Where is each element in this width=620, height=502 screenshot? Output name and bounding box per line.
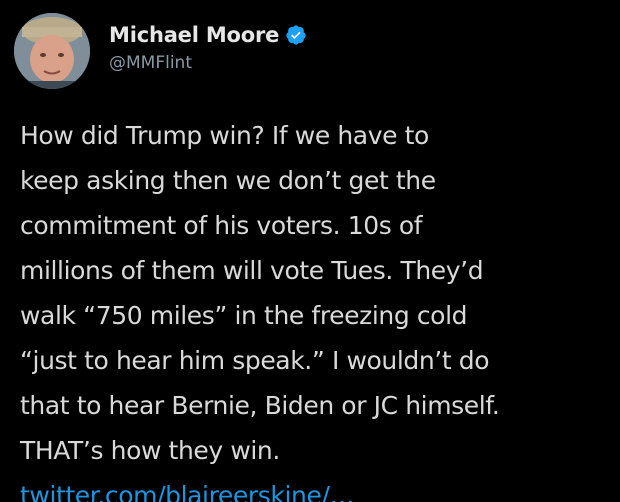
tweet-link[interactable]: twitter.com/blaireerskine/… xyxy=(20,473,616,502)
tweet-text-line: walk “750 miles” in the freezing cold xyxy=(20,301,468,330)
tweet-text-line: commitment of his voters. 10s of xyxy=(20,211,423,240)
tweet-text-line: “just to hear him speak.” I wouldn’t do xyxy=(20,346,490,375)
tweet-card: Michael Moore @MMFlint How did Trump win… xyxy=(0,0,620,502)
avatar[interactable] xyxy=(14,13,90,89)
tweet-body: How did Trump win? If we have to keep as… xyxy=(20,113,616,502)
verified-badge-icon xyxy=(285,24,307,46)
author-display-name[interactable]: Michael Moore xyxy=(109,23,279,47)
tweet-text-line: millions of them will vote Tues. They’d xyxy=(20,256,484,285)
author-info: Michael Moore @MMFlint xyxy=(109,20,307,73)
tweet-header: Michael Moore @MMFlint xyxy=(14,10,620,96)
author-handle[interactable]: @MMFlint xyxy=(109,53,307,73)
author-name-row: Michael Moore xyxy=(109,20,307,50)
tweet-text-line: THAT’s how they win. xyxy=(20,436,280,465)
tweet-text-line: keep asking then we don’t get the xyxy=(20,166,436,195)
tweet-text-line: that to hear Bernie, Biden or JC himself… xyxy=(20,391,500,420)
tweet-text-line: How did Trump win? If we have to xyxy=(20,121,429,150)
avatar-image xyxy=(14,13,90,89)
